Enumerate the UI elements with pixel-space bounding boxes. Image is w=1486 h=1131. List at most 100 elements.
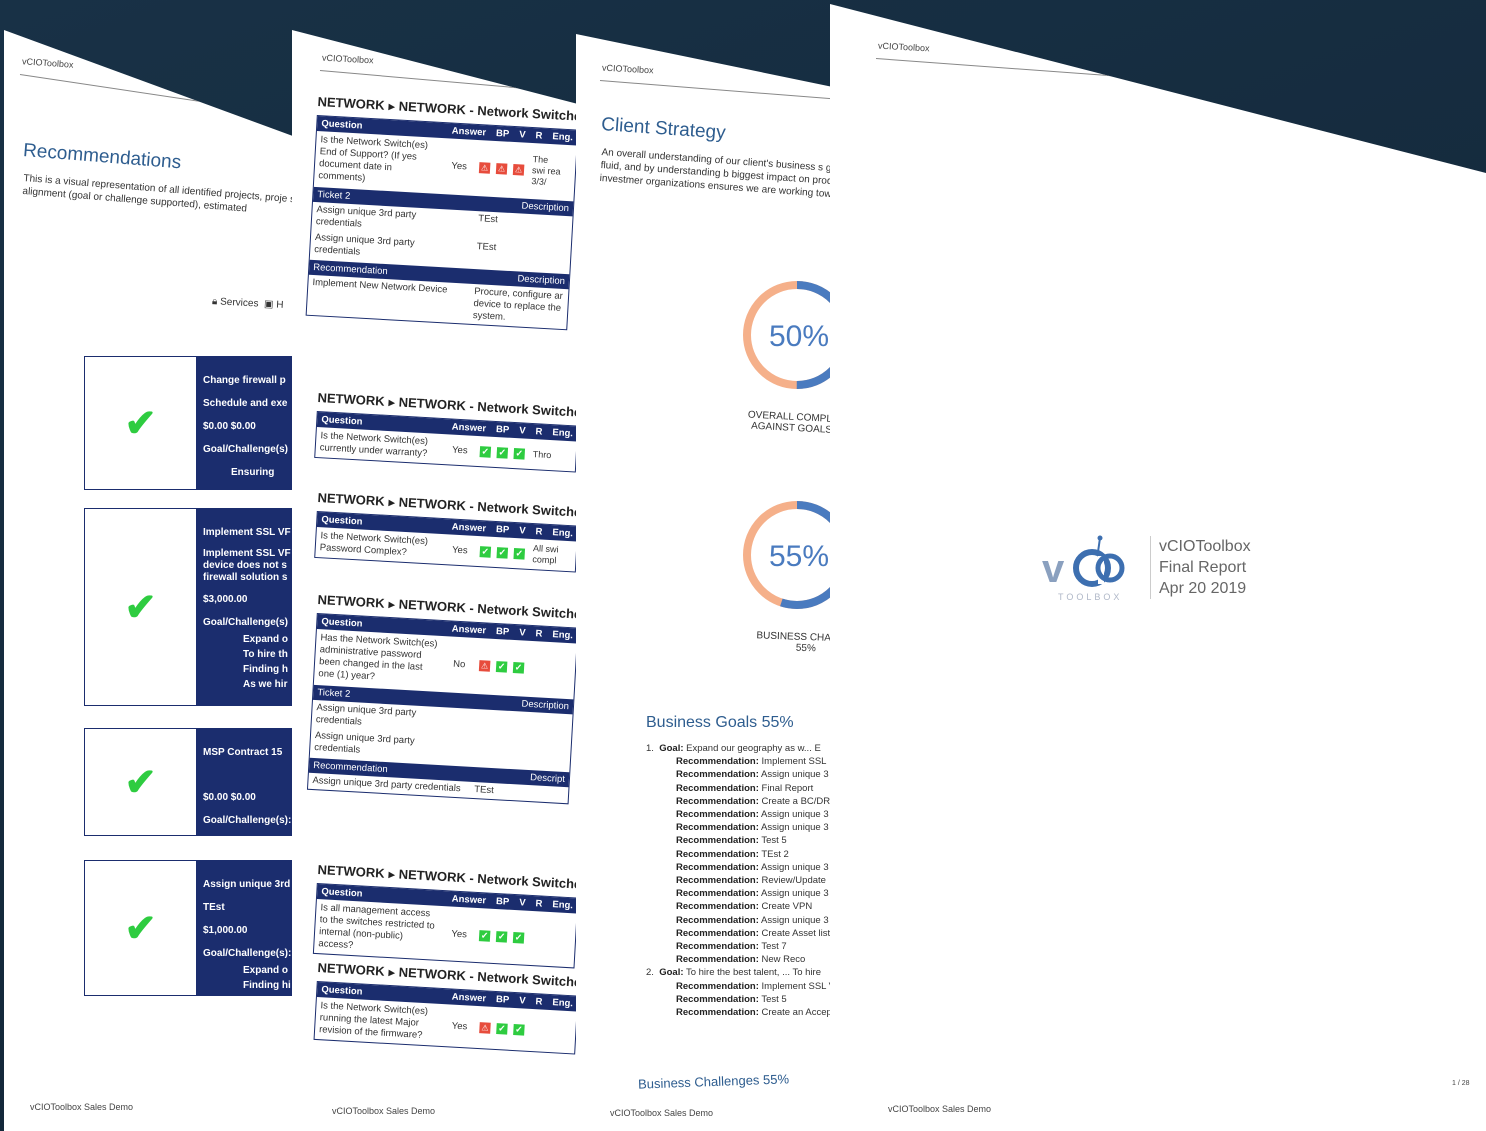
goal-recommendation: Recommendation: Assign unique 3 — [646, 861, 842, 874]
recommendation-label: Recommendation: — [676, 848, 759, 860]
recommendation-text: Assign unique 3 — [761, 888, 829, 900]
recommendation-label: Recommendation: — [676, 993, 759, 1005]
check-icon: ✓ — [496, 1022, 508, 1035]
warning-icon: ⚠ — [478, 161, 491, 174]
assessment-section: NETWORK ▶ NETWORK - Network Switches Questi… — [312, 862, 590, 969]
check-icon: ✓ — [496, 546, 509, 559]
recommendation-text: New Reco — [761, 954, 806, 966]
recommendation-text: Test 5 — [761, 835, 787, 847]
col-v: V — [518, 995, 526, 1007]
client-strategy-page: vCIOToolbox Client Strategy An overall u… — [576, 34, 842, 1131]
col-bp: BP — [495, 524, 510, 536]
checkmark-icon: ✔ — [85, 729, 197, 835]
recommendation-text: Implement SSL V — [761, 980, 836, 992]
col-answer: Answer — [451, 125, 487, 139]
goal-label: Goal: — [659, 967, 684, 979]
chevron-right-icon: ▶ — [388, 600, 395, 610]
ticket-title: Assign unique 3rd party credentials — [314, 730, 415, 756]
warning-icon: ⚠ — [512, 163, 525, 176]
recommendation-label: Recommendation: — [676, 835, 759, 847]
check-icon: ✓ — [495, 930, 508, 943]
status-icons: ⚠ ✓ ✓ — [478, 659, 525, 674]
check-icon: ✓ — [512, 931, 525, 944]
recommendation-label: Recommendation: — [676, 941, 759, 953]
recommendation-text: Assign unique 3 — [761, 769, 829, 781]
question-table: Question Answer BP V R Eng. Is the Network Swi… — [313, 980, 579, 1055]
goal-recommendation: Recommendation: Test 7 — [646, 940, 842, 953]
header-divider — [19, 74, 334, 124]
ticket-label: Ticket 2 — [317, 189, 351, 202]
col-question: Question — [321, 984, 363, 998]
ticket-desc-label: Description — [521, 200, 570, 215]
legend-services: Services — [219, 296, 259, 310]
goal-number: 1. — [646, 743, 654, 754]
cube-icon: ▣ — [263, 298, 274, 311]
recommendation-label: Recommendation: — [676, 888, 759, 900]
chevron-right-icon: ▶ — [388, 968, 395, 978]
goal-recommendation: Recommendation: Test 5 — [646, 993, 842, 1006]
breadcrumb-subcategory: NETWORK - Network Switche — [398, 98, 582, 124]
cover-title-block: vCIOToolbox Final Report Apr 20 2019 — [1150, 536, 1251, 599]
question-table: Question Answer BP V R Eng. Is the Network Swi… — [305, 114, 579, 331]
checkmark-icon: ✔ — [85, 861, 197, 995]
col-r: R — [535, 628, 543, 640]
assessment-section: NETWORK ▶ NETWORK - Network Switches Questi… — [306, 592, 590, 805]
vcio-logo-icon: v TOOLBOX — [1042, 535, 1125, 602]
warning-icon: ⚠ — [495, 162, 508, 175]
col-v: V — [518, 897, 526, 909]
recommendation-text: Test 5 — [761, 993, 787, 1005]
chevron-right-icon: ▶ — [388, 870, 395, 880]
col-v: V — [518, 425, 526, 437]
comment-text: The swi rea 3/3/ — [531, 153, 561, 187]
comment-text: Thro — [532, 448, 552, 460]
recommendation-desc: Procure, configure ar device to replace … — [472, 286, 564, 323]
check-icon: ✓ — [513, 447, 526, 460]
recommendation-text: Test 7 — [761, 941, 787, 953]
answer-text: No — [452, 658, 466, 670]
page-footer: vCIOToolbox Sales Demo — [30, 1102, 134, 1112]
ticket-title: Assign unique 3rd party credentials — [314, 232, 415, 258]
goal-item: 1. Goal: Expand our geography as w... E — [646, 742, 842, 755]
check-icon: ✓ — [478, 929, 491, 942]
recommendation-text: Create Asset list — [761, 927, 831, 939]
answer-text: Yes — [451, 1020, 468, 1032]
recommendation-text: Assign unique 3 — [761, 861, 829, 873]
answer-text: Yes — [451, 928, 468, 940]
col-r: R — [535, 996, 543, 1008]
recommendation-text: Implement SSL — [761, 756, 827, 768]
col-bp: BP — [495, 994, 510, 1006]
checkmark-icon: ✔ — [85, 357, 197, 489]
page-title: Recommendations — [22, 140, 182, 174]
check-icon: ✓ — [495, 660, 508, 673]
header-divider — [875, 58, 1486, 105]
check-icon: ✓ — [512, 661, 525, 674]
col-eng: Eng. — [552, 427, 574, 440]
recommendation-label: Recommendation: — [676, 756, 759, 768]
col-answer: Answer — [451, 623, 487, 637]
recommendation-label: Recommendation: — [676, 809, 759, 821]
recommendation-text: Assign unique 3 — [761, 914, 829, 926]
header-divider — [319, 70, 590, 96]
col-question: Question — [321, 514, 363, 528]
recommendation-text: Assign unique 3 — [761, 809, 829, 821]
header-divider — [599, 80, 842, 102]
legend: 🔒︎ Services ▣ H — [212, 296, 284, 311]
breadcrumb-category: NETWORK — [317, 490, 386, 509]
comment-text: All swi compl — [532, 543, 559, 566]
recommendation-label: Recommendation: — [676, 914, 759, 926]
chevron-right-icon: ▶ — [388, 102, 395, 112]
recommendation-desc: TEst — [473, 784, 495, 797]
goal-recommendation: Recommendation: Create an Accep — [646, 1006, 842, 1019]
page-number: 1 / 28 — [1452, 1080, 1470, 1087]
col-question: Question — [321, 886, 363, 900]
col-question: Question — [321, 616, 363, 630]
assessment-section: NETWORK ▶ NETWORK - Network Switches Questi… — [313, 960, 590, 1056]
question-table: Question Answer BP V R Eng. Is the Network Swi… — [314, 510, 579, 573]
col-r: R — [535, 426, 543, 438]
cover-date: Apr 20 2019 — [1159, 580, 1247, 597]
goal-recommendation: Recommendation: Implement SSL — [646, 755, 842, 768]
goal-number: 2. — [646, 967, 654, 979]
ticket-desc — [477, 711, 568, 740]
comment-text — [532, 1030, 562, 1032]
donut-caption: BUSINESS CHALLEN 55% — [736, 630, 842, 657]
